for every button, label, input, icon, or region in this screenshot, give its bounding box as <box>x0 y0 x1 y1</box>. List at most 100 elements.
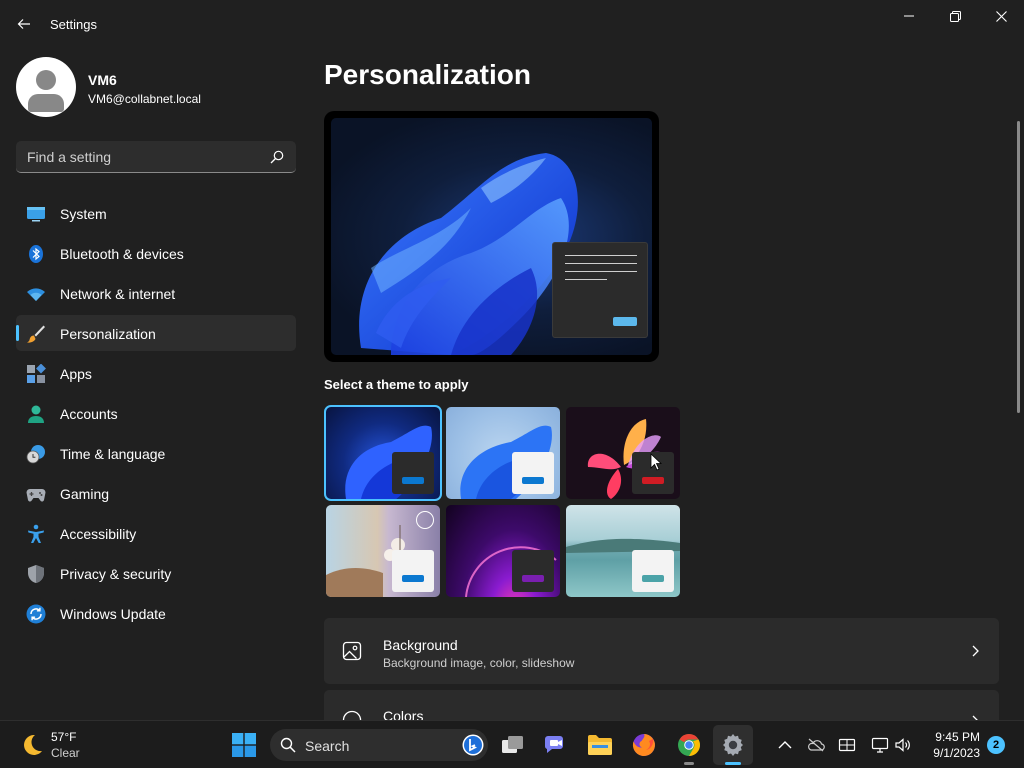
preview-line <box>565 263 637 264</box>
settings-app-button[interactable] <box>718 730 748 760</box>
theme-grid <box>324 405 684 597</box>
setting-row-colors[interactable]: Colors <box>324 690 999 720</box>
chevron-up-icon[interactable] <box>776 736 794 754</box>
clock-time: 9:45 PM <box>935 730 980 744</box>
minimize-button[interactable] <box>886 0 932 32</box>
theme-windows-dark[interactable] <box>324 405 442 501</box>
sidebar-item-label: Time & language <box>60 446 166 462</box>
theme-window-sample <box>392 452 434 494</box>
user-profile[interactable]: VM6 VM6@collabnet.local <box>16 57 296 117</box>
theme-sunrise[interactable] <box>446 505 560 597</box>
sidebar-item-windows-update[interactable]: Windows Update <box>16 595 296 631</box>
mouse-cursor-icon <box>650 453 663 471</box>
row-subtitle: Background image, color, slideshow <box>383 656 575 670</box>
windows-logo-icon <box>232 733 256 757</box>
palette-icon <box>342 710 362 720</box>
wifi-icon <box>27 288 45 301</box>
theme-accent-sample <box>522 477 544 484</box>
apps-icon <box>27 364 46 383</box>
avatar-body <box>28 94 64 112</box>
search-icon <box>270 150 284 164</box>
main-scrollbar[interactable] <box>1017 121 1020 413</box>
sidebar-item-label: Network & internet <box>60 286 176 302</box>
user-email: VM6@collabnet.local <box>88 92 201 106</box>
sidebar-item-bluetooth[interactable]: Bluetooth & devices <box>16 235 296 271</box>
sidebar-nav: System Bluetooth & devices Network & int… <box>16 195 296 635</box>
theme-window-sample <box>392 550 434 592</box>
active-indicator <box>725 762 741 765</box>
theme-glow[interactable] <box>566 407 680 499</box>
sidebar-item-network[interactable]: Network & internet <box>16 275 296 311</box>
sidebar-item-label: System <box>60 206 107 222</box>
search-icon <box>280 737 296 753</box>
sidebar-item-privacy[interactable]: Privacy & security <box>16 555 296 591</box>
keyboard-layout-icon[interactable] <box>838 736 856 754</box>
preview-line <box>565 255 637 256</box>
file-explorer-button[interactable] <box>585 730 615 760</box>
restore-button[interactable] <box>932 0 978 32</box>
update-icon <box>26 604 46 624</box>
preview-line <box>565 279 607 280</box>
dynamic-theme-badge-icon <box>416 511 434 529</box>
sidebar-item-accounts[interactable]: Accounts <box>16 395 296 431</box>
sidebar-item-time-language[interactable]: Time & language <box>16 435 296 471</box>
taskbar-search-label: Search <box>305 738 350 754</box>
sidebar-item-accessibility[interactable]: Accessibility <box>16 515 296 551</box>
search-placeholder: Find a setting <box>27 149 112 165</box>
theme-window-sample <box>512 452 554 494</box>
theme-captured-motion[interactable] <box>326 505 440 597</box>
preview-window <box>552 242 648 338</box>
chrome-button[interactable] <box>674 730 704 760</box>
gamepad-icon <box>26 489 46 502</box>
theme-accent-sample <box>402 477 424 484</box>
taskbar-search[interactable]: Search <box>270 729 488 761</box>
close-button[interactable] <box>978 0 1024 32</box>
start-button[interactable] <box>229 730 259 760</box>
sidebar-item-system[interactable]: System <box>16 195 296 231</box>
find-setting-input[interactable]: Find a setting <box>16 141 296 173</box>
task-view-button[interactable] <box>498 730 528 760</box>
setting-row-background[interactable]: Background Background image, color, slid… <box>324 618 999 684</box>
sidebar-item-label: Gaming <box>60 486 110 502</box>
clock-date: 9/1/2023 <box>933 746 980 760</box>
teams-chat-button[interactable] <box>541 730 571 760</box>
theme-flow[interactable] <box>566 505 680 597</box>
user-name: VM6 <box>88 72 117 88</box>
running-indicator <box>684 762 694 765</box>
sidebar-item-label: Privacy & security <box>60 566 172 582</box>
network-icon[interactable] <box>871 736 889 754</box>
chrome-icon <box>678 734 700 756</box>
preview-wallpaper <box>331 118 652 355</box>
avatar <box>16 57 76 117</box>
firefox-icon <box>632 734 655 756</box>
sidebar-item-label: Personalization <box>60 326 156 342</box>
sidebar-item-gaming[interactable]: Gaming <box>16 475 296 511</box>
notification-badge[interactable]: 2 <box>987 736 1005 754</box>
close-icon <box>995 10 1007 22</box>
gear-icon <box>723 734 743 756</box>
bing-icon <box>462 734 484 756</box>
back-button[interactable] <box>10 10 38 38</box>
firefox-button[interactable] <box>629 730 659 760</box>
title-bar: Settings <box>0 0 1024 48</box>
theme-accent-sample <box>642 575 664 582</box>
sidebar-item-personalization[interactable]: Personalization <box>16 315 296 351</box>
back-arrow-icon <box>17 19 30 29</box>
theme-window-sample <box>632 550 674 592</box>
shield-icon <box>28 565 44 583</box>
theme-windows-light[interactable] <box>446 407 560 499</box>
weather-temperature: 57°F <box>51 730 77 744</box>
task-view-icon <box>502 736 523 753</box>
volume-icon[interactable] <box>894 736 912 754</box>
minimize-icon <box>904 15 914 17</box>
sidebar-item-label: Windows Update <box>60 606 166 622</box>
theme-section-heading: Select a theme to apply <box>324 377 469 392</box>
onedrive-icon[interactable] <box>807 736 825 754</box>
sidebar-item-label: Accessibility <box>60 526 137 542</box>
preview-accent-button <box>613 317 637 326</box>
bluetooth-icon <box>29 245 43 263</box>
sidebar-item-apps[interactable]: Apps <box>16 355 296 391</box>
row-title: Colors <box>383 708 424 720</box>
theme-window-sample <box>512 550 554 592</box>
avatar-head <box>36 70 56 90</box>
